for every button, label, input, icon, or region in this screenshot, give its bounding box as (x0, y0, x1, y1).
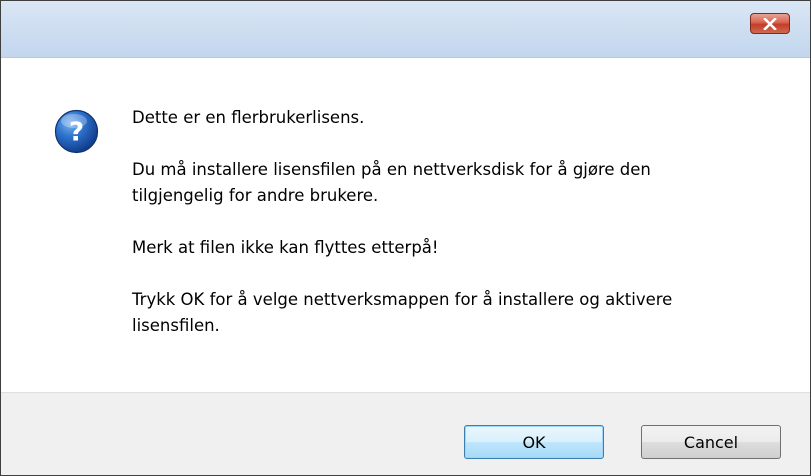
close-icon (751, 14, 789, 33)
dialog-content: ? Dette er en flerbrukerlisens. Du må in… (1, 58, 810, 391)
message-line-3: Merk at filen ikke kan flyttes etterpå! (132, 238, 439, 257)
message-line-1: Dette er en flerbrukerlisens. (132, 108, 365, 127)
title-bar[interactable] (1, 1, 810, 58)
dialog-footer: OK Cancel (1, 392, 810, 475)
message-line-4: Trykk OK for å velge nettverksmappen for… (132, 290, 673, 335)
ok-button[interactable]: OK (464, 425, 604, 459)
message-dialog: ? Dette er en flerbrukerlisens. Du må in… (0, 0, 811, 476)
cancel-button[interactable]: Cancel (641, 425, 781, 459)
dialog-message: Dette er en flerbrukerlisens. Du må inst… (132, 105, 772, 365)
question-icon: ? (54, 109, 99, 154)
svg-text:?: ? (69, 118, 84, 148)
close-button[interactable] (750, 13, 790, 34)
message-line-2: Du må installere lisensfilen på en nettv… (132, 160, 651, 205)
